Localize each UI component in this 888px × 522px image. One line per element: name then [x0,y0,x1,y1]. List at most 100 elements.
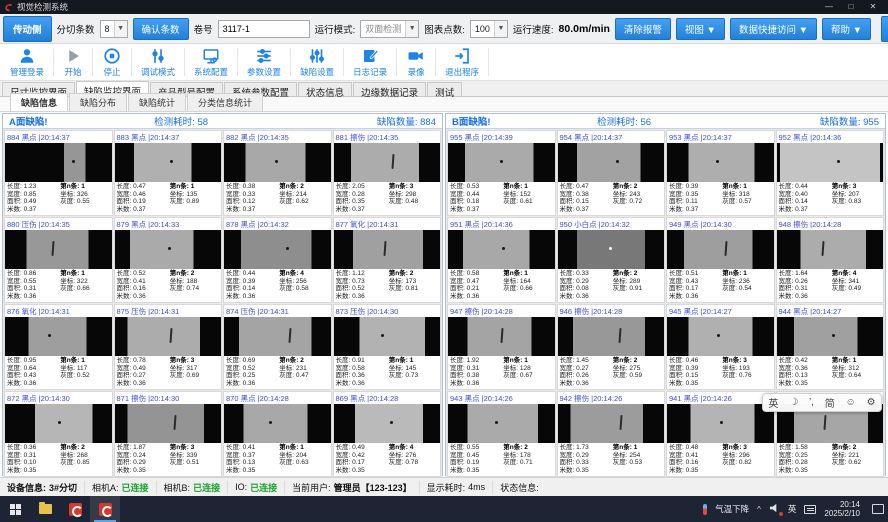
defect-cell[interactable]: 955 黑点 |20:14:39长度: 0.53宽度: 0.44面积: 0.18… [447,130,556,216]
position-line: 灰度: 0.59 [613,372,662,380]
defect-cell[interactable]: 952 黑点 |20:14:36长度: 0.44宽度: 0.40面积: 0.14… [776,130,885,216]
defect-cell[interactable]: 949 黑点 |20:14:30长度: 0.51宽度: 0.43面积: 0.17… [666,217,775,303]
slit-count-select[interactable]: 8 ▼ [100,20,128,38]
operator-side-button[interactable]: 操作侧 [881,16,888,42]
defect-cell[interactable]: 876 氧化 |20:14:31长度: 0.95宽度: 0.64面积: 0.43… [4,304,113,390]
action-center-icon[interactable] [872,504,884,514]
defect-image [667,404,774,443]
defect-cell[interactable]: 878 黑点 |20:14:32长度: 0.44宽度: 0.39面积: 0.14… [223,217,332,303]
defect-info: 长度: 1.92宽度: 0.31面积: 0.38米数: 0.36第n条: 1坐标… [448,356,555,389]
subtab-2[interactable]: 缺陷分布 [69,93,127,111]
chart-points-select[interactable]: 100 ▼ [470,20,508,38]
defect-position: 第n条: 1坐标: 204灰度: 0.63 [279,444,328,475]
start-button[interactable]: 开始 [55,44,91,80]
system-config-button[interactable]: 系统配置 [186,44,236,80]
exit-program-button[interactable]: 退出程序 [437,44,487,80]
app-shortcut-button[interactable] [60,496,90,522]
defect-cell[interactable]: 875 压伤 |20:14:31长度: 0.78宽度: 0.49面积: 0.27… [114,304,223,390]
defect-cell[interactable]: 946 擦伤 |20:14:28长度: 1.45宽度: 0.27面积: 0.26… [557,304,666,390]
file-explorer-button[interactable] [30,496,60,522]
defect-cell[interactable]: 882 黑点 |20:14:35长度: 0.38宽度: 0.33面积: 0.12… [223,130,332,216]
defect-cell[interactable]: 879 黑点 |20:14:33长度: 0.52宽度: 0.41面积: 0.16… [114,217,223,303]
speaker-icon[interactable] [769,503,780,515]
active-app-button[interactable] [90,496,120,522]
drive-side-button[interactable]: 传动侧 [3,16,52,42]
defect-cell[interactable]: 947 擦伤 |20:14:28长度: 1.92宽度: 0.31面积: 0.38… [447,304,556,390]
stop-button[interactable]: 停止 [94,44,130,80]
defect-cell[interactable]: 953 黑点 |20:14:37长度: 0.39宽度: 0.35面积: 0.11… [666,130,775,216]
clock[interactable]: 20:142025/2/10 [824,500,860,518]
parameter-settings-button[interactable]: 参数设置 [239,44,289,80]
defect-position: 第n条: 2坐标: 268灰度: 0.85 [60,444,109,475]
defect-cell-header: 941 黑点 |20:14:26 [667,392,774,404]
defect-cell[interactable]: 883 黑点 |20:14:37长度: 0.47宽度: 0.46面积: 0.19… [114,130,223,216]
log-record-button[interactable]: 日志记录 [345,44,395,80]
ime-lang-toggle[interactable]: 英 [768,395,778,410]
roll-number-input[interactable] [218,20,310,38]
view-menu-button[interactable]: 视图 ▼ [676,18,725,40]
defect-cell[interactable]: 944 黑点 |20:14:27长度: 0.42宽度: 0.36面积: 0.13… [776,304,885,390]
run-mode-select[interactable]: 双面检测 ▼ [360,20,419,38]
measure-line: 长度: 0.47 [560,183,613,191]
recording-button[interactable]: 录像 [398,44,434,80]
measure-line: 米数: 0.35 [336,467,389,475]
tab-5[interactable]: 状态信息 [298,82,352,96]
ime-moon-icon[interactable]: ☽ [789,397,798,408]
defect-cell[interactable]: 954 黑点 |20:14:37长度: 0.47宽度: 0.38面积: 0.15… [557,130,666,216]
maximize-button[interactable]: □ [840,1,862,13]
defect-mark [837,160,840,163]
defect-cell[interactable]: 877 氧化 |20:14:31长度: 1.12宽度: 0.73面积: 0.52… [333,217,442,303]
data-quick-access-button[interactable]: 数据快捷访问 ▼ [730,18,817,40]
clear-alarm-button[interactable]: 清除报警 [615,18,671,40]
weather-text[interactable]: 气温下降 [715,503,749,515]
language-indicator[interactable]: 英 [788,503,797,515]
defect-cell[interactable]: 880 压伤 |20:14:35长度: 0.86宽度: 0.55面积: 0.31… [4,217,113,303]
ime-simplified-toggle[interactable]: 简 [825,395,835,410]
position-line: 第n条: 1 [60,183,109,191]
defect-position: 第n条: 2坐标: 178灰度: 0.71 [503,444,552,475]
subtab-4[interactable]: 分类信息统计 [187,93,263,111]
defect-cell[interactable]: 884 黑点 |20:14:37长度: 1.23宽度: 0.85面积: 0.49… [4,130,113,216]
defect-cell[interactable]: 948 擦伤 |20:14:28长度: 1.64宽度: 0.26面积: 0.31… [776,217,885,303]
defect-cell[interactable]: 872 黑点 |20:14:30长度: 0.36宽度: 0.31面积: 0.10… [4,391,113,477]
measure-line: 长度: 0.52 [117,270,170,278]
ime-settings-gear-icon[interactable]: ⚙ [867,397,876,408]
defect-cell[interactable]: 951 黑点 |20:14:36长度: 0.58宽度: 0.47面积: 0.21… [447,217,556,303]
position-line: 灰度: 0.55 [60,198,109,206]
defect-cell[interactable]: 873 压伤 |20:14:30长度: 0.91宽度: 0.58面积: 0.36… [333,304,442,390]
ime-punct-toggle[interactable]: ’, [809,397,814,408]
defect-cell-header: 875 压伤 |20:14:31 [115,305,222,317]
defect-cell[interactable]: 871 擦伤 |20:14:30长度: 1.87宽度: 0.24面积: 0.29… [114,391,223,477]
ime-emoji-icon[interactable]: ☺ [846,397,856,408]
close-button[interactable]: ✕ [862,1,884,13]
defect-position: 第n条: 1坐标: 164灰度: 0.66 [503,270,552,301]
minimize-button[interactable]: — [818,1,840,13]
confirm-count-button[interactable]: 确认条数 [133,18,189,40]
help-menu-button[interactable]: 帮助 ▼ [822,18,871,40]
subtab-1[interactable]: 缺陷信息 [10,93,68,111]
start-button[interactable] [0,496,30,522]
defect-cell[interactable]: 945 黑点 |20:14:27长度: 0.46宽度: 0.39面积: 0.15… [666,304,775,390]
defect-cell[interactable]: 874 压伤 |20:14:31长度: 0.69宽度: 0.52面积: 0.25… [223,304,332,390]
subtab-3[interactable]: 缺陷统计 [128,93,186,111]
defect-cell[interactable]: 870 黑点 |20:14:28长度: 0.41宽度: 0.37面积: 0.13… [223,391,332,477]
keyboard-icon[interactable] [804,505,816,514]
defect-cell[interactable]: 941 黑点 |20:14:26长度: 0.48宽度: 0.41面积: 0.16… [666,391,775,477]
admin-login-button[interactable]: 管理登录 [2,44,52,80]
app-logo-icon [69,503,82,516]
tray-expand-icon[interactable]: ^ [757,505,761,514]
position-line: 第n条: 2 [279,357,328,365]
position-line: 灰度: 0.76 [722,372,771,380]
debug-mode-button[interactable]: 调试模式 [133,44,183,80]
defect-cell[interactable]: 869 黑点 |20:14:28长度: 0.49宽度: 0.42面积: 0.17… [333,391,442,477]
defect-cell[interactable]: 881 擦伤 |20:14:35长度: 2.05宽度: 0.28面积: 0.35… [333,130,442,216]
defect-cell[interactable]: 943 黑点 |20:14:26长度: 0.55宽度: 0.45面积: 0.19… [447,391,556,477]
tab-6[interactable]: 边缘数据记录 [353,82,426,96]
defect-cell[interactable]: 942 擦伤 |20:14:26长度: 1.73宽度: 0.29面积: 0.33… [557,391,666,477]
tab-7[interactable]: 测试 [427,82,462,96]
defect-settings-button[interactable]: 缺陷设置 [292,44,342,80]
position-line: 第n条: 2 [279,183,328,191]
defect-cell[interactable]: 950 小白点 |20:14:32长度: 0.33宽度: 0.29面积: 0.0… [557,217,666,303]
defect-position: 第n条: 1坐标: 312灰度: 0.64 [832,357,881,388]
position-line: 灰度: 0.71 [503,459,552,467]
